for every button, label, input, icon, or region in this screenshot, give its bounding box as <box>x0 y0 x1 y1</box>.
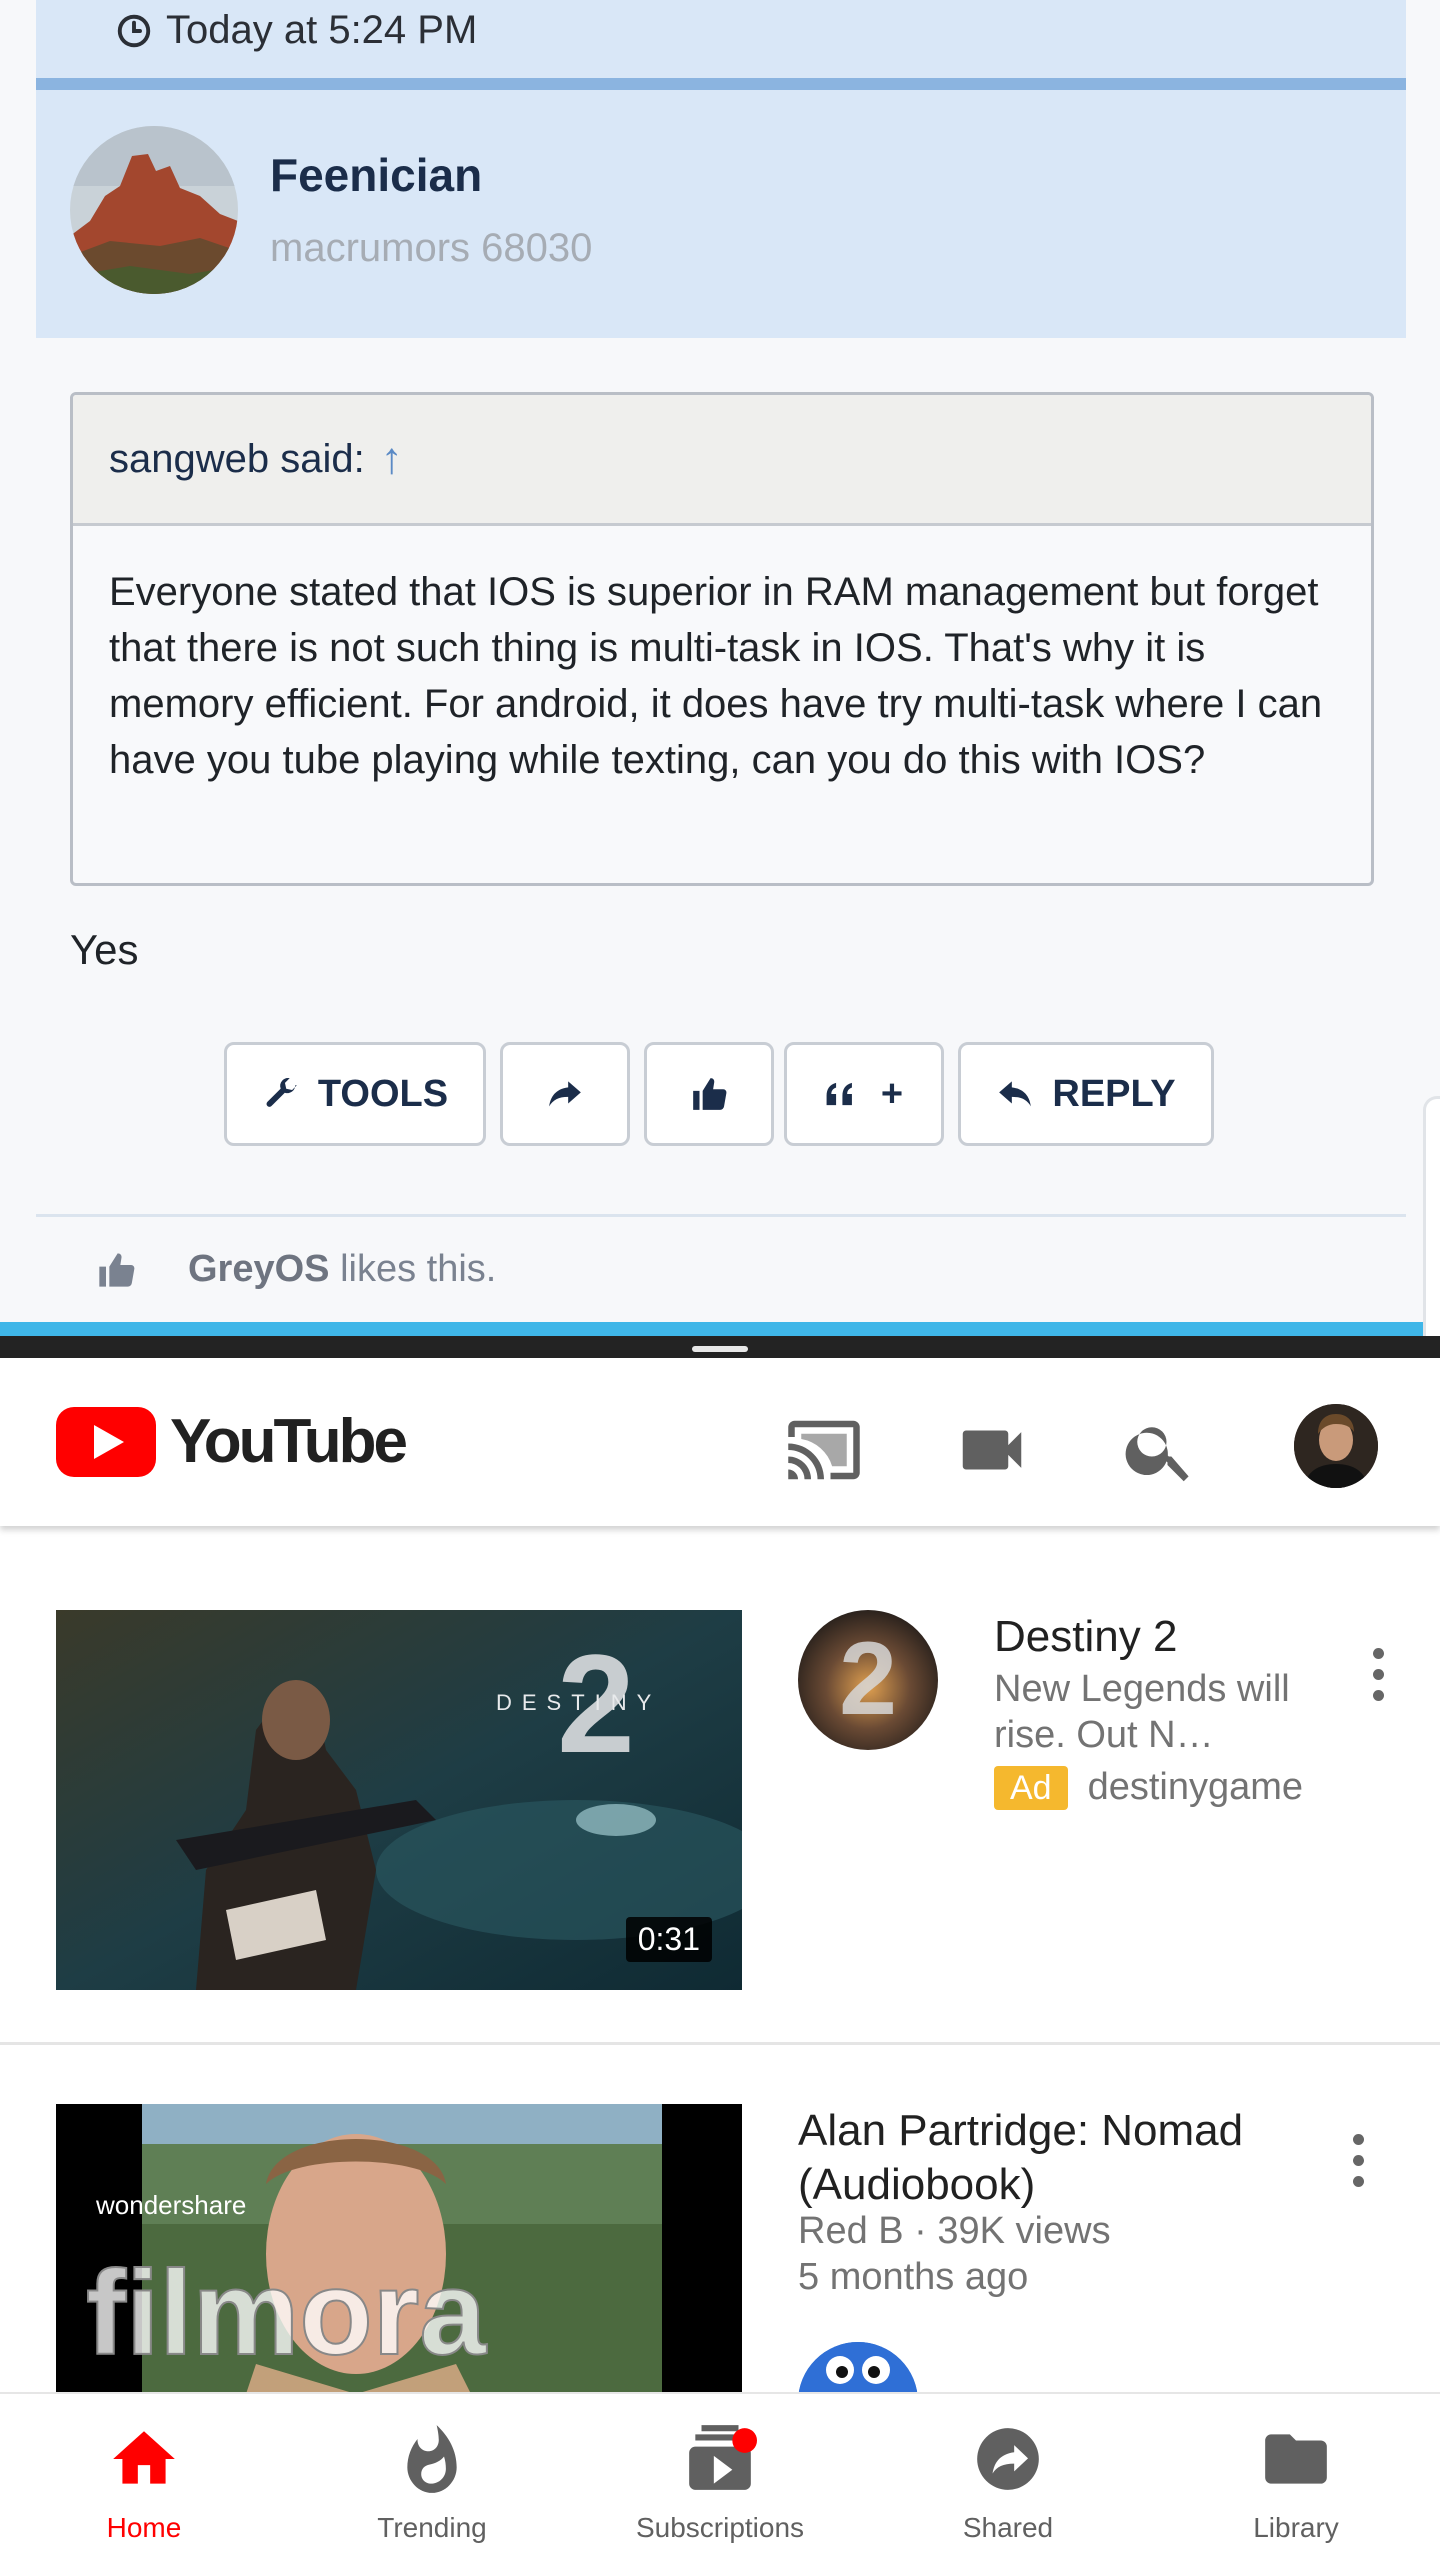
forum-bottom-strip <box>0 1322 1440 1336</box>
post-timestamp: Today at 5:24 PM <box>116 8 477 53</box>
channel-avatar-number: 2 <box>839 1621 897 1737</box>
reply-button[interactable]: REPLY <box>958 1042 1214 1146</box>
account-avatar[interactable] <box>1294 1404 1378 1488</box>
forum-pane: Today at 5:24 PM Feenician macrumors 680… <box>0 0 1440 1454</box>
split-handle[interactable] <box>692 1346 748 1352</box>
reply-icon <box>999 1081 1032 1107</box>
video-age: 5 months ago <box>798 2256 1029 2298</box>
share-arrow-icon <box>549 1081 581 1107</box>
nav-shared-label: Shared <box>962 2512 1054 2543</box>
video-meta: Red B · 39K views <box>798 2210 1111 2252</box>
nav-home[interactable]: Home <box>24 2394 264 2562</box>
video-thumbnail[interactable]: 2 DESTINY 0:31 <box>56 1610 742 1990</box>
reply-label: REPLY <box>1052 1072 1176 1115</box>
post-message: Yes <box>70 926 139 973</box>
author-card <box>36 90 1406 338</box>
thumbs-up-icon <box>693 1078 727 1110</box>
tools-button[interactable]: TOOLS <box>224 1042 486 1146</box>
video-description: New Legends will rise. Out N… <box>994 1668 1290 1756</box>
youtube-pane: YouTube 2 DESTINY 0:31 2 Destiny 2 New L… <box>0 1358 1440 2560</box>
watermark-brand: wondershare <box>95 2190 246 2220</box>
video-duration: 0:31 <box>625 1917 712 1962</box>
ad-channel-row: Ad destinygame <box>994 1764 1303 1810</box>
more-options-icon[interactable] <box>1348 2134 1368 2187</box>
multiquote-button[interactable]: + <box>784 1042 944 1146</box>
quote-header[interactable]: sangweb said: ↑ <box>73 395 1371 526</box>
video-title[interactable]: Alan Partridge: Nomad (Audiobook) <box>798 2104 1318 2212</box>
timestamp-bar: Today at 5:24 PM <box>36 0 1406 78</box>
nav-library[interactable]: Library <box>1176 2394 1416 2562</box>
arrow-up-icon[interactable]: ↑ <box>381 434 403 484</box>
wrench-icon <box>266 1078 297 1107</box>
nav-home-label: Home <box>106 2512 182 2543</box>
channel-avatar[interactable]: 2 <box>798 1610 938 1750</box>
likes-text: likes this. <box>329 1248 497 1290</box>
video-camera-icon[interactable] <box>950 1408 1034 1492</box>
like-button[interactable] <box>644 1042 774 1146</box>
thumbnail-title: DESTINY <box>496 1690 661 1715</box>
multiquote-label: + <box>880 1072 904 1115</box>
cast-icon[interactable] <box>782 1408 866 1492</box>
post-divider <box>36 1214 1406 1217</box>
quote-attribution: sangweb said: <box>109 436 365 481</box>
youtube-header: YouTube <box>0 1358 1440 1526</box>
flame-icon <box>407 2425 457 2493</box>
nav-library-label: Library <box>1253 2512 1339 2543</box>
subscriptions-icon <box>689 2425 757 2490</box>
nav-subscriptions[interactable]: Subscriptions <box>600 2394 840 2562</box>
watermark-product: filmora <box>86 2246 487 2380</box>
timestamp-text: Today at 5:24 PM <box>166 8 478 52</box>
channel-name[interactable]: destinygame <box>1088 1766 1303 1808</box>
likes-summary: GreyOS likes this. <box>96 1248 496 1291</box>
more-options-icon[interactable] <box>1368 1648 1388 1701</box>
youtube-logo[interactable]: YouTube <box>56 1406 408 1477</box>
youtube-play-icon <box>56 1406 156 1477</box>
ad-badge: Ad <box>994 1766 1068 1810</box>
post-accent-line <box>36 78 1406 90</box>
author-name[interactable]: Feenician <box>270 148 482 202</box>
share-icon <box>977 2428 1039 2490</box>
youtube-wordmark: YouTube <box>170 1407 408 1476</box>
tools-label: TOOLS <box>317 1072 449 1115</box>
nav-subscriptions-label: Subscriptions <box>635 2512 805 2543</box>
search-icon[interactable] <box>1118 1408 1202 1492</box>
home-icon <box>113 2431 175 2484</box>
video-title[interactable]: Destiny 2 <box>994 1610 1177 1664</box>
quote-icon <box>826 1082 852 1106</box>
nav-trending-label: Trending <box>377 2512 487 2543</box>
author-avatar[interactable] <box>70 126 238 294</box>
clock-icon <box>117 14 151 47</box>
quote-text: Everyone stated that IOS is superior in … <box>109 570 1323 782</box>
quote-block: sangweb said: ↑ Everyone stated that IOS… <box>70 392 1374 886</box>
thumbs-up-icon <box>99 1252 135 1287</box>
nav-trending[interactable]: Trending <box>312 2394 552 2562</box>
liker-name[interactable]: GreyOS <box>188 1248 330 1290</box>
share-button[interactable] <box>500 1042 630 1146</box>
bottom-navigation: Home Trending Subscriptions Shared Libra… <box>0 2392 1440 2562</box>
nav-shared[interactable]: Shared <box>888 2394 1128 2562</box>
folder-icon <box>1265 2434 1327 2484</box>
video-separator <box>0 2042 1440 2045</box>
author-rank: macrumors 68030 <box>270 226 593 270</box>
